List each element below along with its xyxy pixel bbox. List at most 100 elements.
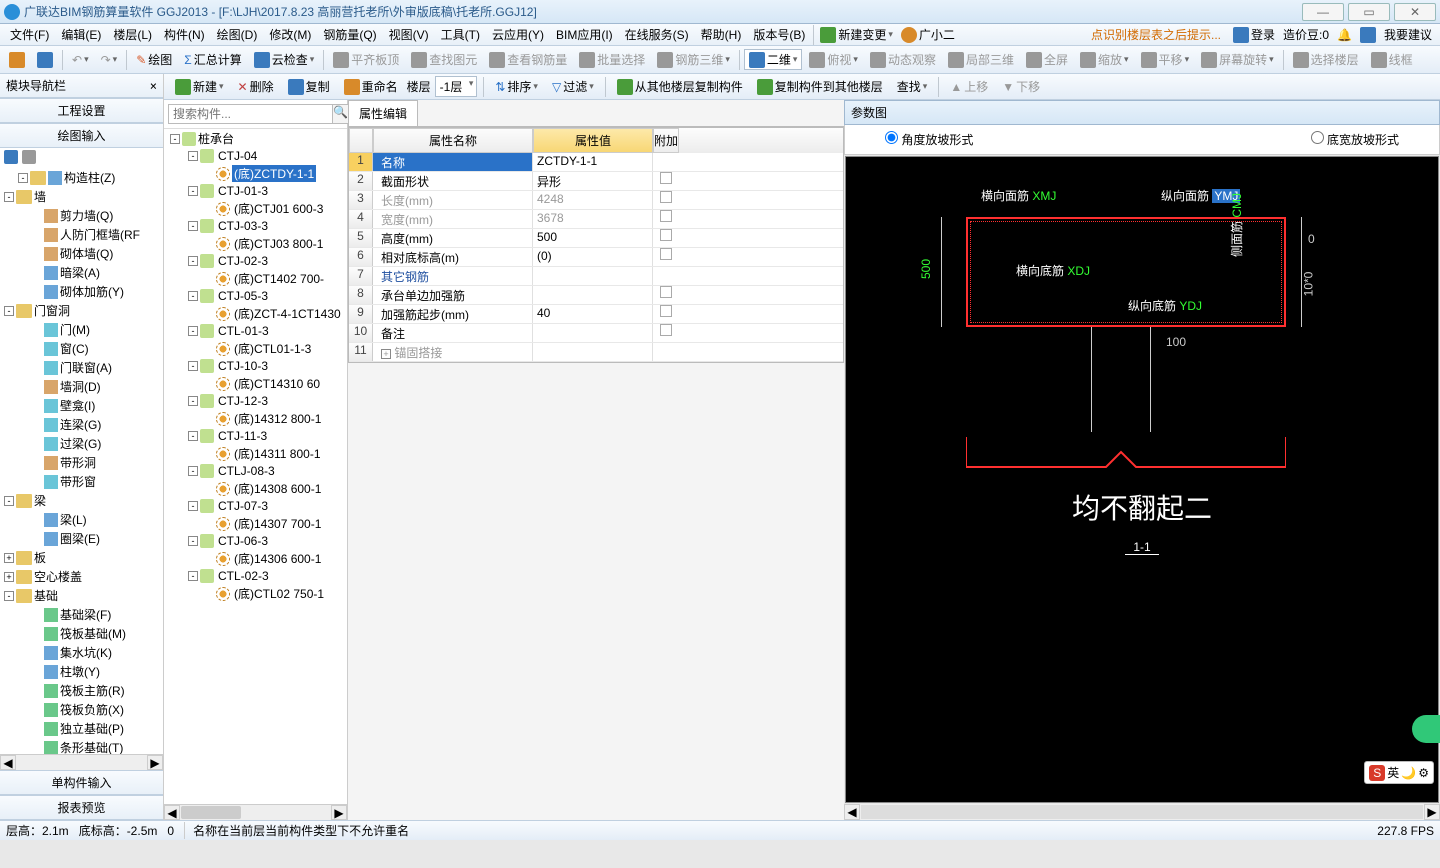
nav-tree-item[interactable]: 集水坑(K) <box>0 643 163 662</box>
sec-draw-input[interactable]: 绘图输入 <box>0 123 163 148</box>
delete-button[interactable]: ✕删除 <box>233 75 279 98</box>
module-nav-close[interactable]: × <box>150 79 157 93</box>
nav-tree-item[interactable]: -梁 <box>0 491 163 510</box>
sec-project-settings[interactable]: 工程设置 <box>0 98 163 123</box>
ct-item[interactable]: (底)ZCT-4-1CT1430 <box>164 304 347 323</box>
prop-row[interactable]: 2截面形状异形 <box>349 172 843 191</box>
nav-tree-item[interactable]: 连梁(G) <box>0 415 163 434</box>
mini-icon-1[interactable] <box>4 150 18 164</box>
ct-root[interactable]: -桩承台 <box>164 129 347 148</box>
ct-item[interactable]: (底)14306 600-1 <box>164 549 347 568</box>
prop-row[interactable]: 5高度(mm)500 <box>349 229 843 248</box>
prop-row[interactable]: 11+ 锚固搭接 <box>349 343 843 362</box>
menu-file[interactable]: 文件(F) <box>4 26 55 43</box>
batchsel-button[interactable]: 批量选择 <box>574 48 650 71</box>
nav-tree-item[interactable]: 窗(C) <box>0 339 163 358</box>
moveup-button[interactable]: ▲上移 <box>945 75 993 98</box>
nav-tree-item[interactable]: 圈梁(E) <box>0 529 163 548</box>
ct-item[interactable]: -CTJ-04 <box>164 148 347 164</box>
nav-tree-item[interactable]: 砌体墙(Q) <box>0 244 163 263</box>
ct-item[interactable]: -CTL-02-3 <box>164 568 347 584</box>
rename-button[interactable]: 重命名 <box>339 75 403 98</box>
sort-button[interactable]: ⇅排序▾ <box>490 75 543 98</box>
prop-row[interactable]: 7其它钢筋 <box>349 267 843 286</box>
prop-row[interactable]: 10备注 <box>349 324 843 343</box>
opt-width[interactable]: 底宽放坡形式 <box>1311 131 1399 148</box>
nav-tree-item[interactable]: 筏板负筋(X) <box>0 700 163 719</box>
cloudcheck-button[interactable]: 云检查▾ <box>249 48 320 71</box>
ct-item[interactable]: -CTJ-01-3 <box>164 183 347 199</box>
chat-bubble-icon[interactable] <box>1412 715 1440 743</box>
selfloor-button[interactable]: 选择楼层 <box>1288 48 1364 71</box>
nav-tree-item[interactable]: 条形基础(T) <box>0 738 163 754</box>
ct-item[interactable]: -CTJ-02-3 <box>164 253 347 269</box>
prop-row[interactable]: 3长度(mm)4248 <box>349 191 843 210</box>
suggest-button[interactable]: 我要建议 <box>1380 26 1436 43</box>
ct-item[interactable]: (底)CTJ01 600-3 <box>164 199 347 218</box>
login-button[interactable]: 登录 <box>1229 26 1279 43</box>
nav-tree-item[interactable]: 梁(L) <box>0 510 163 529</box>
copyfrom-button[interactable]: 从其他楼层复制构件 <box>612 75 748 98</box>
flattop-button[interactable]: 平齐板顶 <box>328 48 404 71</box>
nav-tree-item[interactable]: 过梁(G) <box>0 434 163 453</box>
nav-tree-item[interactable]: 独立基础(P) <box>0 719 163 738</box>
minimize-button[interactable]: — <box>1302 3 1344 21</box>
menu-floor[interactable]: 楼层(L) <box>107 26 158 43</box>
nav-tree-item[interactable]: 门联窗(A) <box>0 358 163 377</box>
menu-modify[interactable]: 修改(M) <box>263 26 317 43</box>
ct-item[interactable]: (底)CT14310 60 <box>164 374 347 393</box>
copy-button[interactable]: 复制 <box>283 75 335 98</box>
menu-bim[interactable]: BIM应用(I) <box>550 26 619 43</box>
ct-scroll-thumb[interactable] <box>181 806 241 819</box>
sec-report[interactable]: 报表预览 <box>0 795 163 820</box>
mini-icon-2[interactable] <box>22 150 36 164</box>
diag-scroll-thumb[interactable] <box>861 805 1423 819</box>
nav-tree-item[interactable]: -门窗洞 <box>0 301 163 320</box>
ct-item[interactable]: (底)CTL02 750-1 <box>164 584 347 603</box>
zoom-button[interactable]: 缩放▾ <box>1075 48 1134 71</box>
rebar3d-button[interactable]: 钢筋三维▾ <box>652 48 735 71</box>
ct-item[interactable]: -CTJ-05-3 <box>164 288 347 304</box>
redo-icon[interactable]: ↷▾ <box>96 50 123 70</box>
ct-item[interactable]: -CTJ-12-3 <box>164 393 347 409</box>
nav-tree-item[interactable]: 筏板基础(M) <box>0 624 163 643</box>
ct-item[interactable]: (底)14312 800-1 <box>164 409 347 428</box>
pan-button[interactable]: 平移▾ <box>1136 48 1195 71</box>
ct-item[interactable]: (底)14311 800-1 <box>164 444 347 463</box>
ct-item[interactable]: (底)ZCTDY-1-1 <box>164 164 347 183</box>
nav-tree-item[interactable]: 基础梁(F) <box>0 605 163 624</box>
ct-item[interactable]: -CTJ-06-3 <box>164 533 347 549</box>
nav-tree-item[interactable]: 暗梁(A) <box>0 263 163 282</box>
bird-button[interactable]: 俯视▾ <box>804 48 863 71</box>
nav-tree-item[interactable]: 剪力墙(Q) <box>0 206 163 225</box>
diag-scroll-right[interactable]: ▶ <box>1424 804 1440 820</box>
menu-cloud[interactable]: 云应用(Y) <box>486 26 550 43</box>
bell-icon[interactable]: 🔔 <box>1333 28 1356 42</box>
sumcalc-button[interactable]: Σ汇总计算 <box>179 48 246 71</box>
menu-view[interactable]: 视图(V) <box>383 26 435 43</box>
ct-scroll-right[interactable]: ▶ <box>331 805 347 820</box>
search-button[interactable]: 🔍 <box>333 104 349 124</box>
ct-item[interactable]: -CTJ-11-3 <box>164 428 347 444</box>
nav-tree-item[interactable]: -基础 <box>0 586 163 605</box>
ct-item[interactable]: (底)14307 700-1 <box>164 514 347 533</box>
ct-item[interactable]: (底)CTL01-1-3 <box>164 339 347 358</box>
nav-tree-item[interactable]: 墙洞(D) <box>0 377 163 396</box>
nav-tree-item[interactable]: 壁龛(I) <box>0 396 163 415</box>
menu-online[interactable]: 在线服务(S) <box>619 26 695 43</box>
ct-item[interactable]: -CTJ-07-3 <box>164 498 347 514</box>
scrrotate-button[interactable]: 屏幕旋转▾ <box>1196 48 1279 71</box>
nav-tree-item[interactable]: 柱墩(Y) <box>0 662 163 681</box>
maximize-button[interactable]: ▭ <box>1348 3 1390 21</box>
nav-tree-item[interactable]: 带形洞 <box>0 453 163 472</box>
close-button[interactable]: ✕ <box>1394 3 1436 21</box>
open-icon[interactable] <box>4 49 30 71</box>
ct-item[interactable]: -CTL-01-3 <box>164 323 347 339</box>
menu-edit[interactable]: 编辑(E) <box>55 26 107 43</box>
ct-item[interactable]: (底)CTJ03 800-1 <box>164 234 347 253</box>
menu-component[interactable]: 构件(N) <box>158 26 211 43</box>
opt-angle[interactable]: 角度放坡形式 <box>885 131 973 148</box>
nav-tree-item[interactable]: 筏板主筋(R) <box>0 681 163 700</box>
menu-draw[interactable]: 绘图(D) <box>211 26 264 43</box>
nav-tree-item[interactable]: +空心楼盖 <box>0 567 163 586</box>
